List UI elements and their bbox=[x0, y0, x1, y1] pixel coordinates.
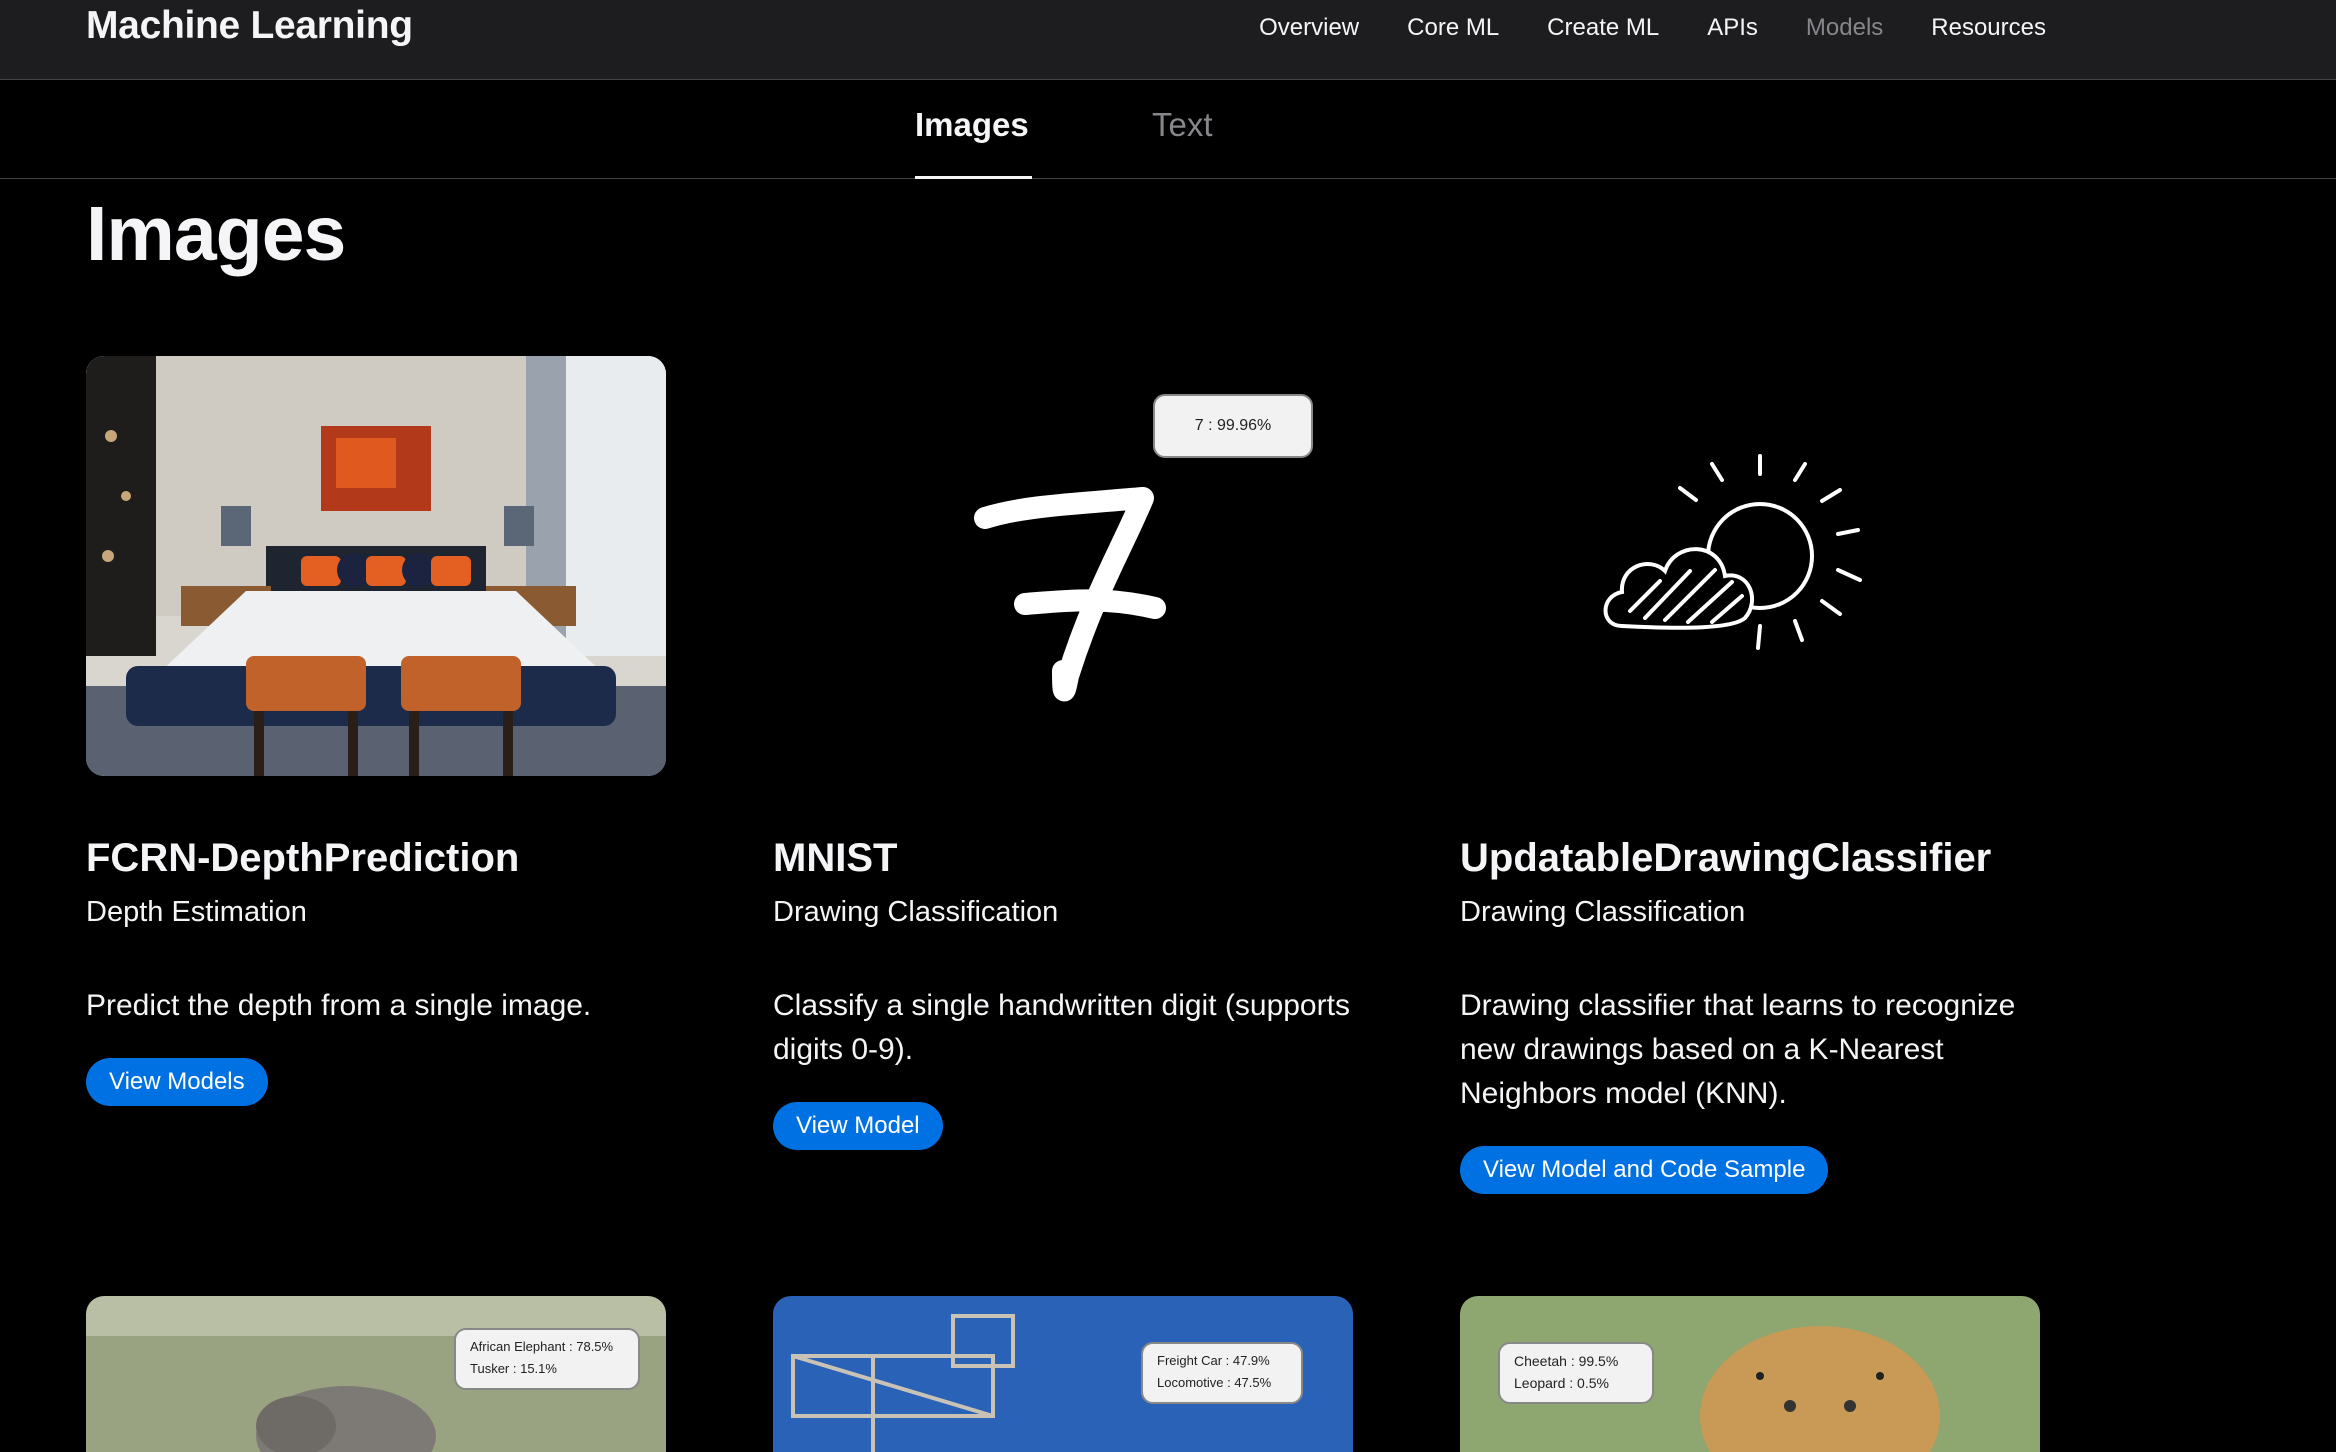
model-title: MNIST bbox=[773, 836, 898, 880]
prediction-label: 7 : 99.96% bbox=[1153, 394, 1313, 458]
railway-crane-image: Freight Car : 47.9% Locomotive : 47.5% bbox=[773, 1296, 1353, 1452]
nav-link-apis[interactable]: APIs bbox=[1707, 14, 1758, 42]
model-card-mnist: 7 : 99.96% MNIST Drawing Classification … bbox=[773, 356, 1373, 1176]
tab-text[interactable]: Text bbox=[1152, 106, 1213, 144]
model-title: FCRN-DepthPrediction bbox=[86, 836, 520, 880]
prediction-label: Freight Car : 47.9% Locomotive : 47.5% bbox=[1141, 1342, 1303, 1404]
view-model-and-code-sample-button[interactable]: View Model and Code Sample bbox=[1460, 1146, 1829, 1194]
active-tab-indicator bbox=[915, 176, 1032, 179]
prediction-line: African Elephant : 78.5% bbox=[470, 1339, 614, 1354]
model-card-updatable-drawing: UpdatableDrawingClassifier Drawing Class… bbox=[1460, 356, 2060, 1196]
model-category: Drawing Classification bbox=[773, 896, 1059, 928]
section-title: Images bbox=[86, 191, 346, 277]
brand-title[interactable]: Machine Learning bbox=[86, 4, 413, 48]
cloud-sun-drawing-image bbox=[1460, 356, 2040, 776]
nav-link-overview[interactable]: Overview bbox=[1259, 14, 1359, 42]
prediction-line: Tusker : 15.1% bbox=[470, 1361, 557, 1376]
prediction-line: Cheetah : 99.5% bbox=[1514, 1353, 1619, 1369]
model-category: Depth Estimation bbox=[86, 896, 307, 928]
nav-link-create-ml[interactable]: Create ML bbox=[1547, 14, 1659, 42]
view-model-button[interactable]: View Model bbox=[773, 1102, 943, 1150]
model-card-fcrn: FCRN-DepthPrediction Depth Estimation Pr… bbox=[86, 356, 686, 1136]
prediction-line: Freight Car : 47.9% bbox=[1157, 1353, 1270, 1368]
elephant-image: African Elephant : 78.5% Tusker : 15.1% bbox=[86, 1296, 666, 1452]
nav-link-resources[interactable]: Resources bbox=[1931, 14, 2046, 42]
tab-images[interactable]: Images bbox=[915, 106, 1029, 144]
model-title: UpdatableDrawingClassifier bbox=[1460, 836, 1992, 880]
view-models-button[interactable]: View Models bbox=[86, 1058, 268, 1106]
prediction-line: Locomotive : 47.5% bbox=[1157, 1375, 1272, 1390]
prediction-label: Cheetah : 99.5% Leopard : 0.5% bbox=[1498, 1342, 1654, 1404]
nav-link-models[interactable]: Models bbox=[1806, 14, 1883, 42]
global-nav: Machine Learning Overview Core ML Create… bbox=[0, 0, 2336, 80]
model-description: Classify a single handwritten digit (sup… bbox=[773, 989, 1350, 1066]
category-tabs: Images Text bbox=[0, 80, 2336, 179]
model-description: Drawing classifier that learns to recogn… bbox=[1460, 989, 2016, 1110]
model-category: Drawing Classification bbox=[1460, 896, 1746, 928]
nav-link-core-ml[interactable]: Core ML bbox=[1407, 14, 1499, 42]
model-description: Predict the depth from a single image. bbox=[86, 989, 592, 1022]
cheetah-image: Cheetah : 99.5% Leopard : 0.5% bbox=[1460, 1296, 2040, 1452]
prediction-line: Leopard : 0.5% bbox=[1514, 1375, 1609, 1391]
prediction-label: African Elephant : 78.5% Tusker : 15.1% bbox=[454, 1328, 640, 1390]
nav-links: Overview Core ML Create ML APIs Models R… bbox=[1259, 14, 2046, 42]
bedroom-image bbox=[86, 356, 666, 776]
